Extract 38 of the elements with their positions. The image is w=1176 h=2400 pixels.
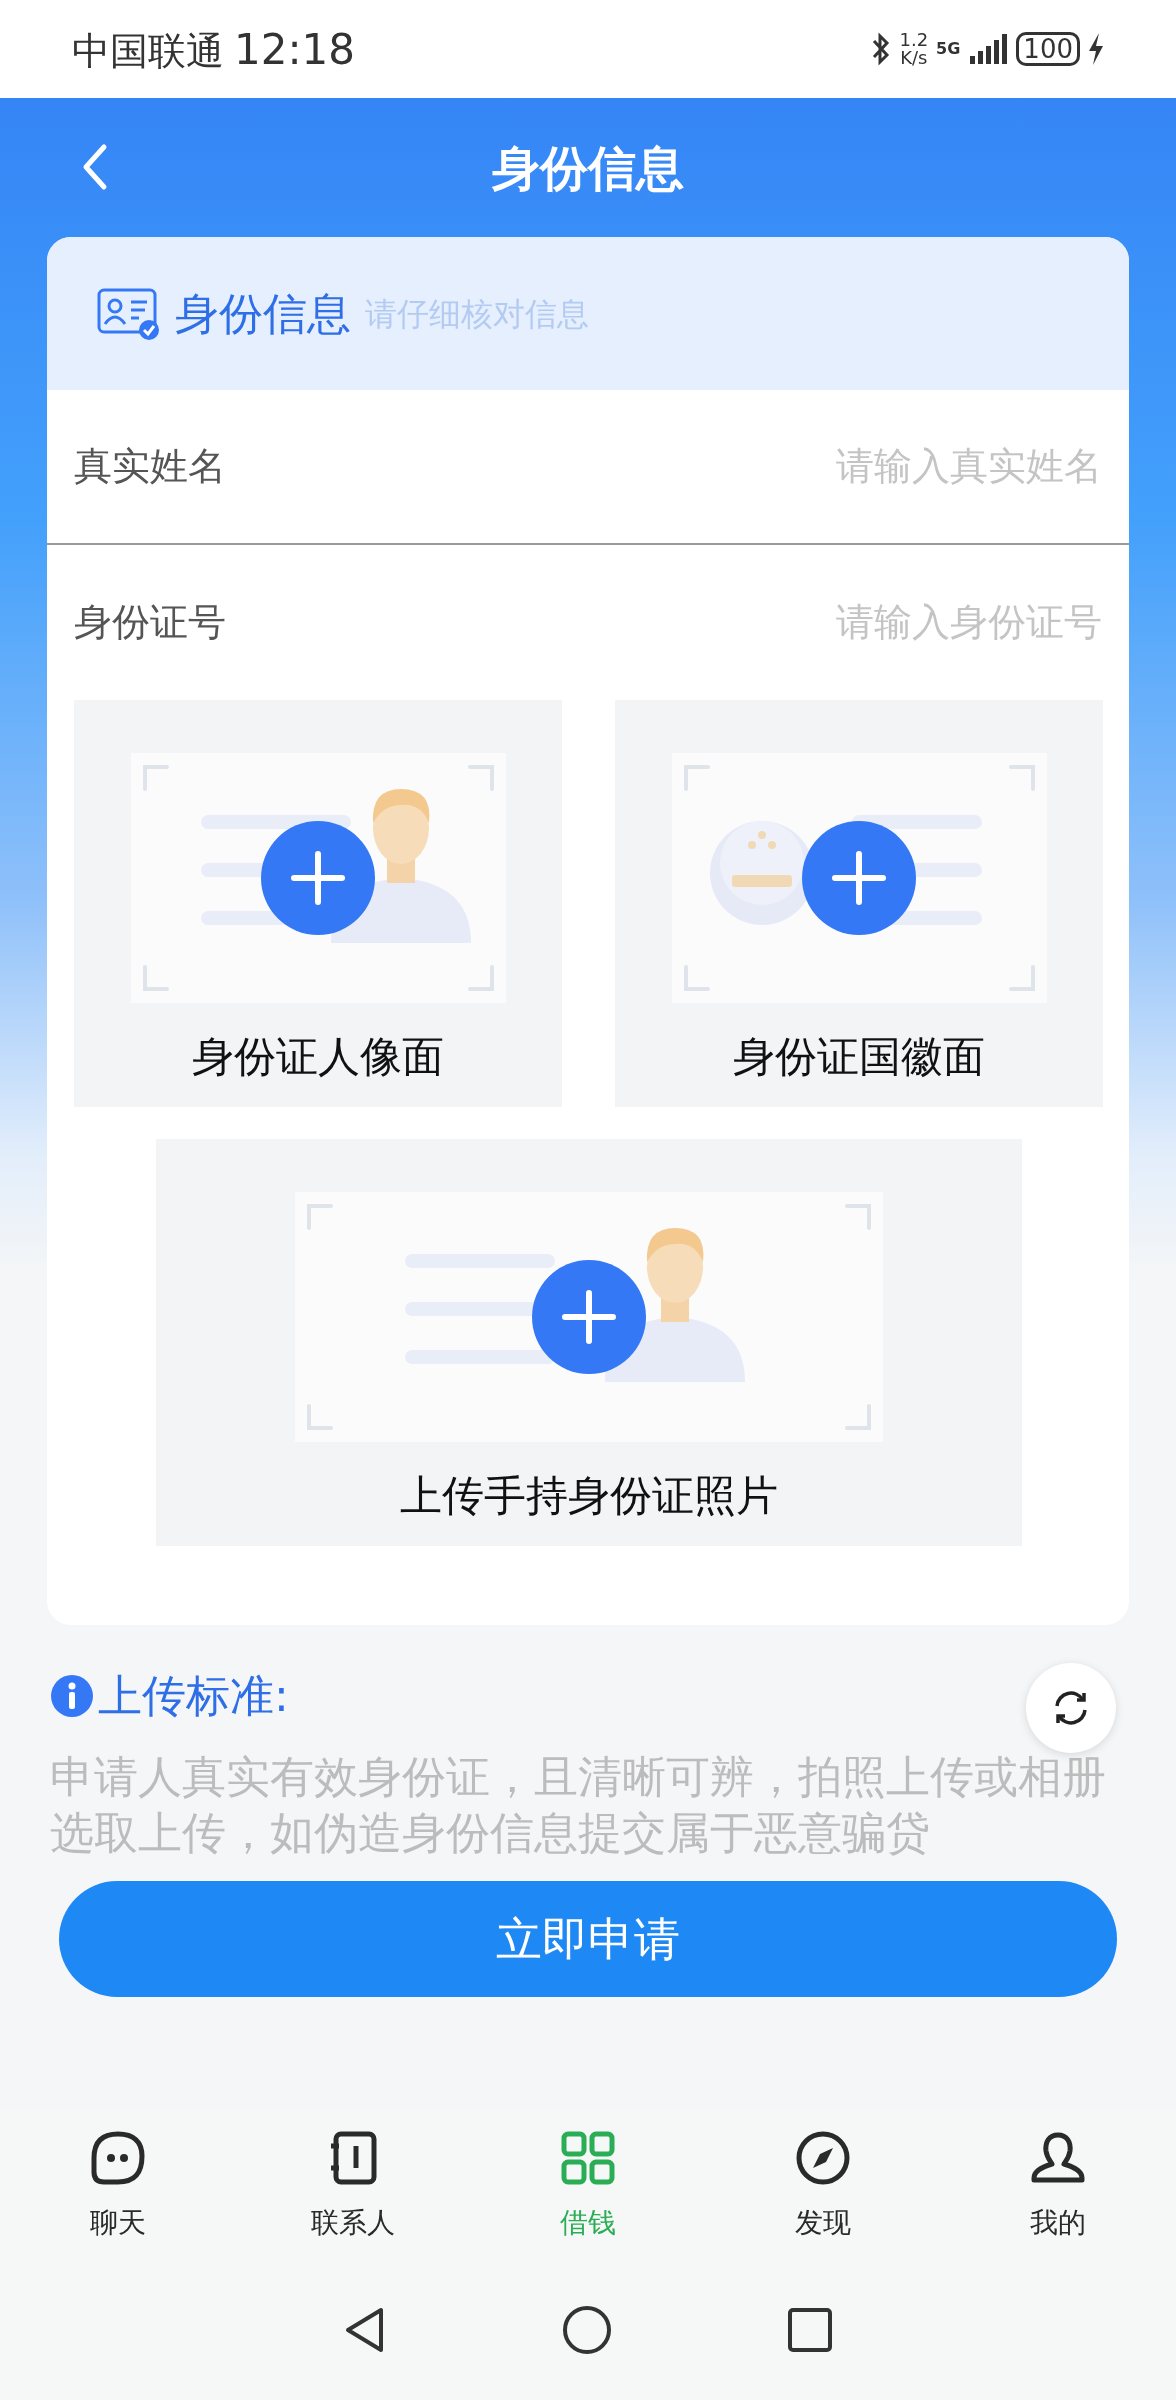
notice-text: 申请人真实有效身份证，且清晰可辨，拍照上传或相册选取上传，如伪造身份信息提交属于恶意骗贷 xyxy=(50,1750,1107,1860)
tab-item[interactable]: 联系人 xyxy=(235,2130,471,2270)
tab-item[interactable]: 我的 xyxy=(940,2130,1176,2270)
plus-icon xyxy=(829,848,889,908)
upload-tile[interactable]: 上传手持身份证照片 xyxy=(155,1139,1022,1546)
tab-item[interactable]: 聊天 xyxy=(0,2130,236,2270)
chat-bubble-icon xyxy=(89,2130,146,2186)
id-card-icon xyxy=(97,287,161,340)
upload-label: 身份证人像面 xyxy=(192,1031,444,1083)
info-icon xyxy=(50,1674,94,1718)
network-speed: 1.2 K/s xyxy=(899,31,929,67)
signal-icon xyxy=(968,34,1009,64)
notice-title: 上传标准: xyxy=(98,1669,289,1723)
text-input-field[interactable]: 请输入身份证号 xyxy=(682,594,1102,651)
person-icon xyxy=(1030,2130,1087,2186)
compass-icon xyxy=(795,2130,852,2186)
text-input-field[interactable]: 请输入真实姓名 xyxy=(682,438,1102,495)
apply-button[interactable]: 立即申请 xyxy=(59,1881,1117,1997)
recents-nav-button[interactable] xyxy=(787,2307,833,2353)
clock-time: 12:18 xyxy=(234,23,356,76)
upload-tile[interactable]: 身份证国徽面 xyxy=(615,700,1103,1107)
grid-icon xyxy=(560,2130,616,2186)
network-type: 5G xyxy=(936,38,961,60)
upload-label: 上传手持身份证照片 xyxy=(399,1470,778,1522)
field-label: 身份证号 xyxy=(74,599,226,646)
bluetooth-icon xyxy=(871,32,892,66)
page-title: 身份信息 xyxy=(492,138,684,198)
field-label: 真实姓名 xyxy=(74,443,226,490)
battery-indicator: 100 xyxy=(1016,31,1080,67)
charging-icon xyxy=(1088,33,1104,65)
refresh-button[interactable] xyxy=(1026,1663,1116,1753)
section-title: 身份信息 xyxy=(175,286,351,341)
home-nav-button[interactable] xyxy=(562,2305,612,2355)
upload-label: 身份证国徽面 xyxy=(733,1031,985,1083)
carrier-name: 中国联通 xyxy=(72,27,224,75)
upload-tile[interactable]: 身份证人像面 xyxy=(74,700,562,1107)
plus-icon xyxy=(288,848,348,908)
tab-item[interactable]: 发现 xyxy=(705,2130,941,2270)
